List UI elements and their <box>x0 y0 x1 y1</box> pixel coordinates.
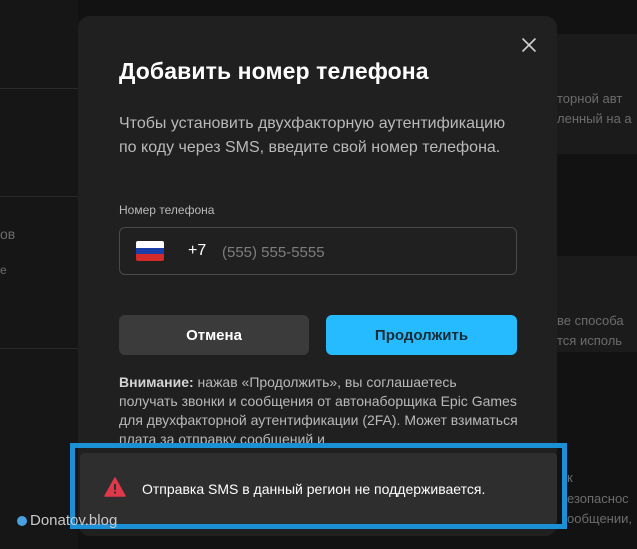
russia-flag-icon[interactable] <box>136 241 164 261</box>
background-text: е <box>0 263 7 277</box>
watermark-text: Donatov.blog <box>30 512 118 529</box>
divider <box>0 196 78 197</box>
notice-label: Внимание: <box>119 374 194 390</box>
cancel-button[interactable]: Отмена <box>119 315 309 355</box>
close-button[interactable] <box>520 36 538 54</box>
dialog-title: Добавить номер телефона <box>119 58 429 84</box>
background-text: к <box>567 470 573 485</box>
background-text: ообщении, <box>567 511 632 526</box>
background-text: ве способа <box>557 313 624 328</box>
country-code[interactable]: +7 <box>188 242 206 260</box>
close-icon <box>522 38 536 52</box>
divider <box>0 88 78 89</box>
background-text: езопаснос <box>567 491 629 506</box>
background-text: тся исполь <box>557 333 623 348</box>
dialog-description: Чтобы установить двухфакторную аутентифи… <box>119 115 506 156</box>
background-text: ленный на а <box>557 111 632 126</box>
error-toast: Отправка SMS в данный регион не поддержи… <box>80 453 557 524</box>
phone-field[interactable]: +7 <box>119 227 517 275</box>
consent-notice: Внимание: нажав «Продолжить», вы соглаша… <box>119 373 519 449</box>
background-text: ов <box>0 226 16 242</box>
watermark: Donatov.blog <box>17 512 117 529</box>
warning-icon <box>104 477 126 497</box>
background-text: торной авт <box>557 91 623 106</box>
divider <box>0 348 78 349</box>
background-left-panel <box>0 0 78 549</box>
phone-input[interactable] <box>220 237 504 267</box>
continue-button[interactable]: Продолжить <box>326 315 517 355</box>
toast-message: Отправка SMS в данный регион не поддержи… <box>142 481 486 497</box>
phone-field-label: Номер телефона <box>119 203 215 217</box>
watermark-dot-icon <box>17 516 27 526</box>
